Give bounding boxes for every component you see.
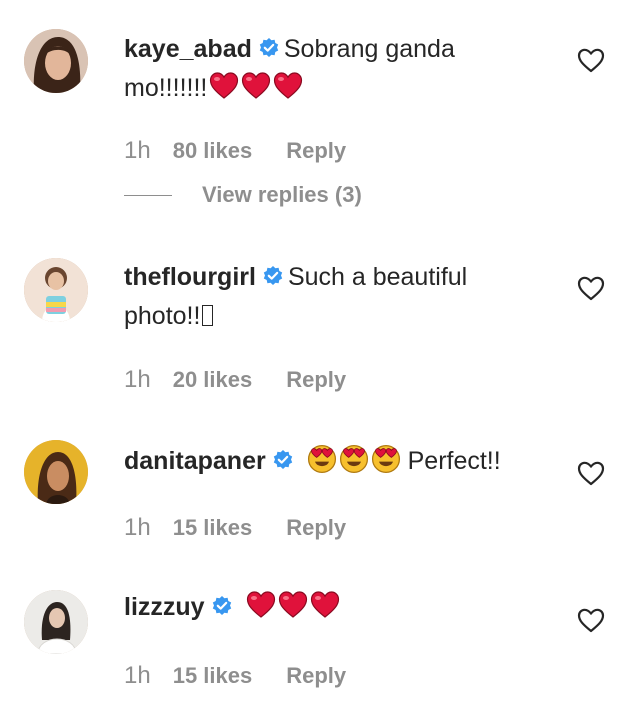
likes-count[interactable]: 15 likes: [173, 663, 253, 689]
like-heart-icon[interactable]: [576, 46, 606, 74]
username[interactable]: danitapaner: [124, 447, 266, 475]
comment-text: theflourgirl Such a beautiful photo!!: [124, 258, 544, 336]
comment-body: Perfect!!: [407, 447, 501, 475]
view-replies-button[interactable]: View replies (3): [124, 182, 362, 208]
red-heart-icon: [242, 72, 271, 99]
timestamp: 1h: [124, 514, 151, 541]
red-heart-icon: [274, 72, 303, 99]
heart-eyes-face-icon: [307, 444, 336, 474]
likes-count[interactable]: 15 likes: [173, 515, 253, 541]
comment-body: Sobrang ganda: [283, 35, 455, 63]
like-heart-icon[interactable]: [576, 459, 606, 487]
reply-button[interactable]: Reply: [286, 138, 346, 164]
comment-meta: 1h 15 likes Reply: [124, 662, 346, 690]
verified-badge-icon: [211, 595, 232, 617]
missing-glyph-icon: [202, 305, 214, 326]
red-heart-icon: [278, 591, 307, 618]
red-heart-icon: [210, 72, 239, 99]
timestamp: 1h: [124, 662, 151, 689]
comment-meta: 1h 15 likes Reply: [124, 514, 346, 542]
verified-badge-icon: [262, 265, 284, 287]
verified-badge-icon: [272, 449, 294, 471]
avatar[interactable]: [24, 440, 88, 504]
divider-line: [124, 194, 172, 196]
avatar[interactable]: [24, 258, 88, 322]
comment-meta: 1h 20 likes Reply: [124, 366, 346, 394]
comment-text: kaye_abad Sobrang ganda mo!!!!!!!: [124, 30, 544, 108]
like-heart-icon[interactable]: [576, 606, 606, 634]
comment-text: lizzzuy: [124, 588, 544, 627]
verified-badge-icon: [258, 37, 280, 59]
username[interactable]: lizzzuy: [124, 593, 205, 621]
comment-text: danitapaner Perfect!!: [124, 442, 544, 481]
comment-meta: 1h 80 likes Reply: [124, 137, 346, 165]
likes-count[interactable]: 20 likes: [173, 367, 253, 393]
red-heart-icon: [246, 591, 275, 618]
avatar[interactable]: [24, 590, 88, 654]
username[interactable]: kaye_abad: [124, 35, 252, 63]
view-replies-label: View replies (3): [202, 182, 362, 207]
comment-body: Such a beautiful: [287, 263, 468, 291]
reply-button[interactable]: Reply: [286, 515, 346, 541]
comment-body: mo!!!!!!!: [124, 74, 208, 102]
timestamp: 1h: [124, 137, 151, 164]
heart-eyes-face-icon: [339, 444, 368, 474]
likes-count[interactable]: 80 likes: [173, 138, 253, 164]
timestamp: 1h: [124, 366, 151, 393]
reply-button[interactable]: Reply: [286, 663, 346, 689]
avatar[interactable]: [24, 29, 88, 93]
red-heart-icon: [310, 591, 339, 618]
heart-eyes-face-icon: [371, 444, 400, 474]
comment-body: photo!!: [124, 302, 201, 330]
username[interactable]: theflourgirl: [124, 263, 256, 291]
reply-button[interactable]: Reply: [286, 367, 346, 393]
like-heart-icon[interactable]: [576, 274, 606, 302]
